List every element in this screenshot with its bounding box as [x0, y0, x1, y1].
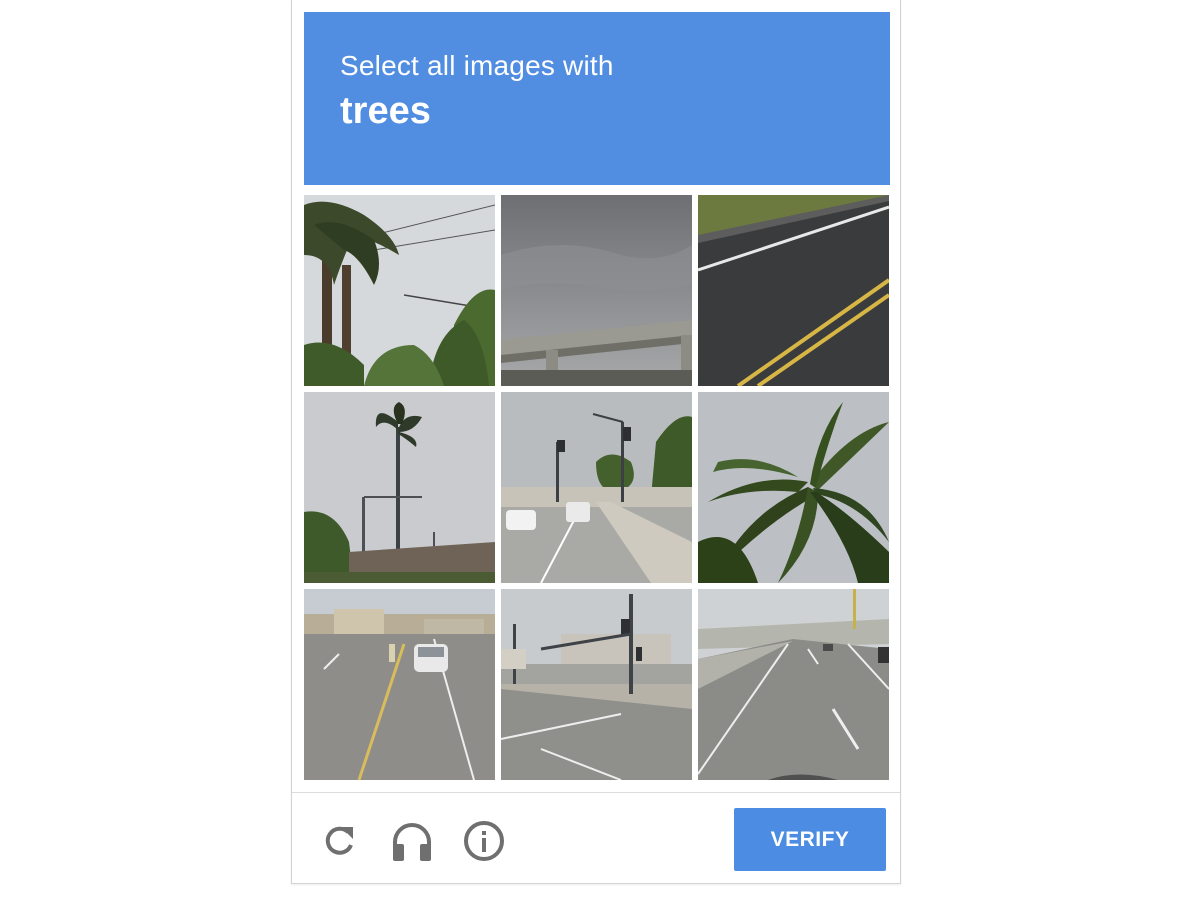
image-tile-3[interactable]: [698, 195, 889, 386]
image-tile-2[interactable]: [501, 195, 692, 386]
challenge-keyword: trees: [340, 90, 431, 132]
image-tile-1[interactable]: [304, 195, 495, 386]
challenge-header: Select all images with trees: [304, 12, 890, 185]
verify-button[interactable]: VERIFY: [734, 808, 886, 871]
headphones-icon[interactable]: [390, 819, 434, 863]
image-tile-4[interactable]: [304, 392, 495, 583]
image-tile-6[interactable]: [698, 392, 889, 583]
captcha-challenge-frame: Select all images with trees VERIFY: [291, 0, 901, 884]
info-icon[interactable]: [462, 819, 506, 863]
challenge-instruction: Select all images with: [340, 50, 614, 81]
image-tile-5[interactable]: [501, 392, 692, 583]
image-tile-8[interactable]: [501, 589, 692, 780]
reload-icon[interactable]: [317, 819, 361, 863]
image-grid: [304, 195, 890, 781]
image-tile-9[interactable]: [698, 589, 889, 780]
image-tile-7[interactable]: [304, 589, 495, 780]
challenge-footer: VERIFY: [292, 792, 900, 884]
